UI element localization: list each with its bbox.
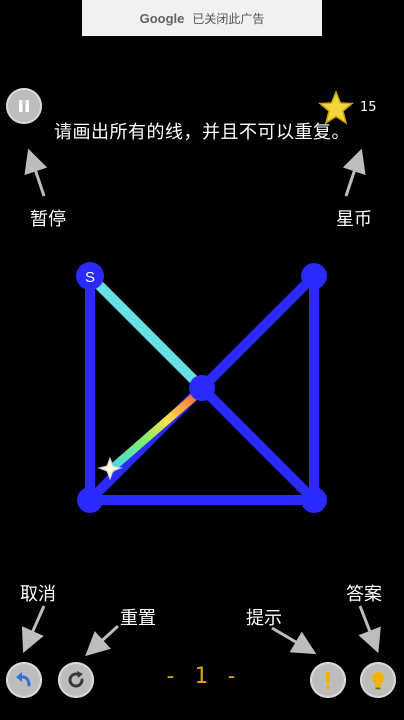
answer-arrow <box>358 605 381 654</box>
level-indicator: - 1 - <box>163 664 241 689</box>
edge-center-bottom-right <box>197 383 319 505</box>
hint-arrow <box>271 626 317 655</box>
undo-icon <box>16 672 31 687</box>
game-canvas: S <box>21 148 381 657</box>
pause-arrow <box>24 148 48 197</box>
reset-arrow <box>85 624 120 657</box>
node-bottom-left[interactable] <box>77 487 103 513</box>
answer-button[interactable] <box>360 662 396 698</box>
stars-arrow <box>342 148 366 197</box>
reset-button[interactable] <box>58 662 94 698</box>
undo-arrow <box>21 605 46 653</box>
lightbulb-icon <box>369 669 387 690</box>
game-screen: Google 已关闭此广告 15 请画出所有的线，并且不可以重复。 暂停 星币 … <box>0 0 404 720</box>
exclamation-icon <box>325 672 331 690</box>
node-top-right[interactable] <box>301 263 327 289</box>
undo-button[interactable] <box>6 662 42 698</box>
drawing-stroke <box>106 392 199 474</box>
hint-button[interactable] <box>310 662 346 698</box>
start-marker: S <box>85 269 95 286</box>
reset-icon <box>68 671 84 688</box>
edge-top-right-center <box>197 271 319 393</box>
node-center[interactable] <box>189 375 215 401</box>
node-bottom-right[interactable] <box>301 487 327 513</box>
edge-drawn-s-center <box>85 271 207 393</box>
